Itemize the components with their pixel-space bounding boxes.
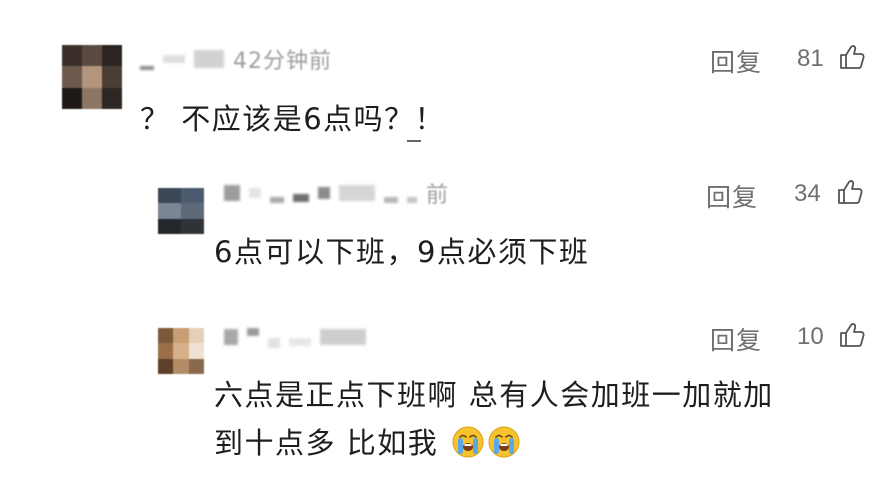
- like-count: 10: [797, 323, 824, 350]
- thumbs-up-icon[interactable]: [836, 178, 864, 206]
- avatar[interactable]: [158, 328, 204, 374]
- like-count: 34: [794, 180, 821, 207]
- reply-button[interactable]: 回复: [706, 178, 758, 214]
- comment-text-line-2: 到十点多 比如我: [214, 420, 521, 462]
- like-count: 81: [797, 45, 824, 72]
- comment-text: ？ 不应该是6点吗？！: [140, 102, 446, 136]
- comment-timestamp: 前: [426, 183, 450, 208]
- reply-button[interactable]: 回复: [710, 321, 762, 357]
- avatar[interactable]: [62, 45, 122, 109]
- username-censored[interactable]: 前: [224, 178, 449, 208]
- comment-timestamp: 42分钟前: [233, 49, 332, 74]
- avatar[interactable]: [158, 188, 204, 234]
- comment-text-line-1: 六点是正点下班啊 总有人会加班一加就加: [214, 378, 774, 412]
- thumbs-up-icon[interactable]: [838, 321, 866, 349]
- text-cursor-mark: [407, 140, 421, 142]
- comment-text-line-2-content: 到十点多 比如我: [214, 426, 439, 460]
- loudly-crying-face-emoji: [452, 426, 484, 458]
- loudly-crying-face-emoji: [488, 426, 520, 458]
- reply-button[interactable]: 回复: [710, 43, 762, 79]
- username-censored[interactable]: [224, 322, 375, 352]
- username-censored[interactable]: 42分钟前: [140, 44, 332, 74]
- thumbs-up-icon[interactable]: [838, 43, 866, 71]
- comment-text: 6点可以下班，9点必须下班: [214, 235, 590, 269]
